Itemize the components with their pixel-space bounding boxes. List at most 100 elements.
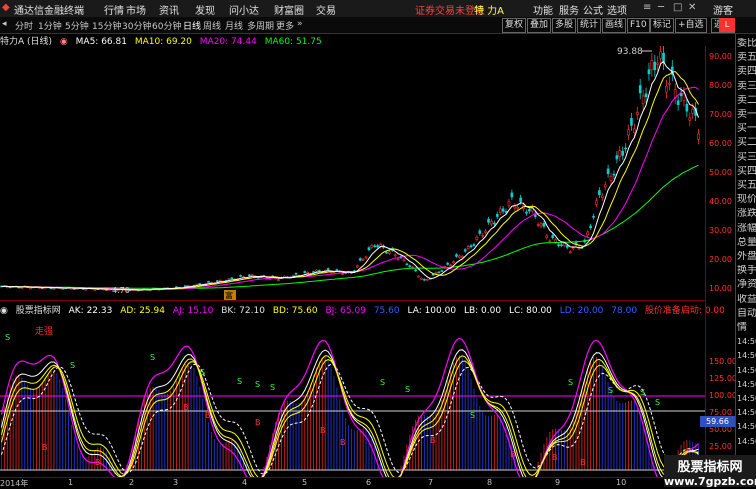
candle-body (493, 222, 496, 225)
candle-body (183, 285, 187, 287)
candle-body (376, 245, 380, 248)
indicator-tick: 25.00 (709, 442, 732, 451)
tab-monthly[interactable]: 月线 (225, 19, 243, 32)
candle-body (490, 221, 493, 225)
tab-15min[interactable]: 15分钟 (92, 19, 121, 32)
menu-function[interactable]: 功能 (533, 2, 553, 17)
buy-signal-mark: B (340, 438, 346, 447)
menu-service[interactable]: 服务 (559, 2, 579, 17)
f10-button[interactable]: F10 (627, 18, 650, 33)
candle-body (554, 239, 557, 243)
maximize-icon[interactable]: □ (673, 2, 682, 13)
overlay-button[interactable]: 叠加 (527, 18, 552, 33)
menu-options[interactable]: 选项 (607, 2, 627, 17)
candle-body (525, 211, 528, 214)
menu-trade[interactable]: 交易 (316, 2, 336, 17)
multi-stock-button[interactable]: 多股 (552, 18, 577, 33)
price-tick: 30.00 (709, 226, 732, 235)
menu-ask[interactable]: 问小达 (229, 2, 259, 17)
side-panel-label: 现价 (737, 194, 756, 206)
tab-30min[interactable]: 30分钟 (122, 19, 151, 32)
buy-signal-mark: B (205, 411, 211, 420)
tab-timeshare[interactable]: 分时 (15, 19, 33, 32)
mark-button[interactable]: 标记 (650, 18, 675, 33)
candle-body (647, 69, 651, 75)
sell-signal-mark: S (150, 353, 155, 362)
candle-body (84, 288, 88, 291)
level-badge: L (719, 18, 735, 32)
minimize-icon[interactable]: ─ (658, 2, 664, 13)
side-panel-label: 买四 (737, 165, 756, 177)
candle-body (423, 278, 426, 281)
guest-label[interactable]: 游客 (713, 2, 733, 17)
candle-body (417, 275, 420, 278)
statistics-button[interactable]: 统计 (577, 18, 602, 33)
candle-body (405, 263, 409, 266)
side-panel-label: 卖四 (737, 66, 756, 78)
side-panel-label: 14:50 (737, 351, 756, 361)
side-panel-label: 买三 (737, 151, 756, 163)
close-icon[interactable]: ✕ (688, 2, 696, 13)
tab-5min[interactable]: 5分钟 (65, 19, 89, 32)
window-menu-icon[interactable]: ≡ (643, 2, 651, 13)
buy-signal-mark: B (320, 426, 326, 435)
candle-body (598, 190, 601, 195)
price-tick: 20.00 (709, 255, 732, 264)
event-marker[interactable]: 富 (225, 290, 233, 300)
sell-signal-mark: S (640, 388, 645, 397)
side-panel-label: 买一 (737, 123, 756, 135)
side-panel-label: 卖五 (737, 52, 756, 64)
candle-body (624, 147, 627, 150)
candle-body (563, 243, 566, 246)
menu-wealth[interactable]: 财富圈 (274, 2, 304, 17)
sell-signal-mark: S (568, 378, 573, 387)
price-tick: 80.00 (709, 81, 732, 90)
tab-daily[interactable]: 日线 (183, 19, 201, 32)
low-price-label: 4.70 (112, 286, 130, 295)
candle-body (519, 197, 522, 202)
ma20-line (1, 86, 699, 290)
tab-multiperiod[interactable]: 多周期 (247, 19, 274, 32)
menu-discover[interactable]: 发现 (195, 2, 215, 17)
tab-60min[interactable]: 60分钟 (152, 19, 181, 32)
menu-formula[interactable]: 公式 (583, 2, 603, 17)
trend-status: 走强 (35, 326, 53, 337)
nav-icon[interactable]: ◂ (2, 19, 7, 29)
add-watchlist-button[interactable]: +自选 (675, 18, 707, 33)
candle-body (685, 103, 689, 112)
restore-rights-button[interactable]: 复权 (502, 18, 527, 33)
candle-body (437, 271, 441, 274)
candle-body (478, 230, 482, 234)
tab-weekly[interactable]: 周线 (203, 19, 221, 32)
tab-1min[interactable]: 1分钟 (38, 19, 62, 32)
pane-divider (0, 300, 705, 301)
sell-signal-mark: S (655, 398, 660, 407)
candle-body (691, 108, 695, 114)
sell-signal-mark: S (70, 361, 75, 370)
menu-market[interactable]: 市场 (126, 2, 146, 17)
menu-news[interactable]: 资讯 (159, 2, 179, 17)
tab-more[interactable]: 更多 (276, 19, 294, 32)
month-label: 2 (129, 478, 135, 487)
candle-body (5, 286, 9, 289)
buy-signal-mark: B (255, 418, 261, 427)
candle-body (487, 218, 490, 223)
month-label: 9 (555, 478, 561, 487)
candle-body (341, 273, 345, 275)
candle-body (612, 173, 616, 176)
more-chevron-icon[interactable]: » (297, 19, 303, 29)
candle-body (565, 245, 569, 248)
candle-body (315, 269, 318, 272)
draw-line-button[interactable]: 画线 (602, 18, 627, 33)
indicator-chart[interactable]: S S S S S S S S S S S S S S B B B B B B B B B B B 走强 (0, 315, 705, 477)
candlestick-chart[interactable]: 93.88 4.70 富 (0, 46, 705, 300)
candle-body (455, 254, 458, 257)
menu-quotes[interactable]: 行情 (104, 2, 124, 17)
candle-body (230, 277, 234, 280)
candle-body (495, 213, 499, 217)
buy-signal-mark: B (183, 403, 189, 412)
candle-body (568, 251, 572, 254)
side-panel-label: 涨跌 (737, 208, 756, 220)
candle-body (414, 269, 417, 272)
candle-body (277, 279, 280, 281)
